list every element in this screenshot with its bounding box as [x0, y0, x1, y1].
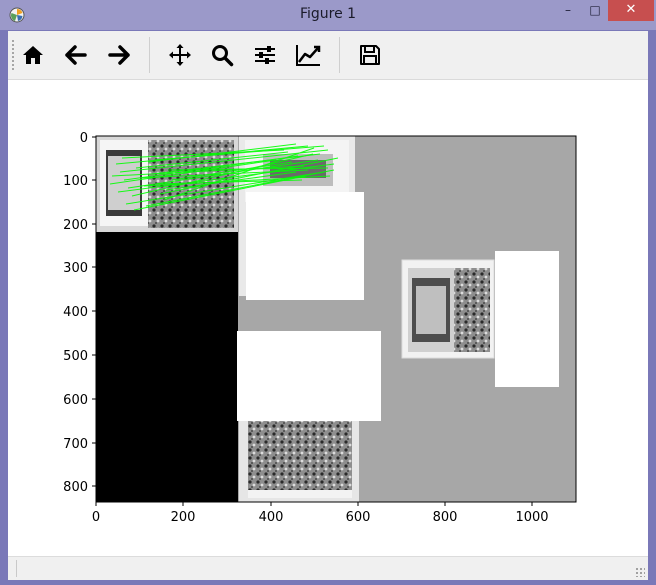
x-tick-label: 600 [346, 510, 371, 525]
maximize-button[interactable]: □ [582, 0, 608, 21]
y-tick-label: 500 [63, 349, 88, 364]
magnifier-icon [212, 45, 234, 67]
line-chart-icon [296, 45, 321, 66]
black-region [96, 230, 238, 502]
y-tick-label: 200 [63, 218, 88, 233]
white-region [246, 192, 364, 300]
sliders-icon [255, 46, 275, 64]
resize-grip[interactable] [635, 567, 645, 577]
white-region [237, 331, 381, 421]
arrow-left-icon [65, 45, 87, 65]
edit-axis-button[interactable] [292, 39, 324, 71]
y-tick-label: 600 [63, 393, 88, 408]
back-button[interactable] [60, 39, 92, 71]
y-tick-label: 700 [63, 437, 88, 452]
forward-button[interactable] [103, 39, 135, 71]
figure-canvas[interactable]: 0 200 400 600 800 1000 0 100 200 300 400… [8, 80, 648, 556]
home-button[interactable] [17, 39, 49, 71]
toolbar-separator [339, 37, 340, 73]
y-tick-label: 400 [63, 305, 88, 320]
x-tick-label: 1000 [515, 510, 548, 525]
home-icon [23, 46, 43, 64]
package-image-bottom [239, 416, 359, 502]
package-image-right [401, 259, 495, 359]
image-plot: 0 200 400 600 800 1000 0 100 200 300 400… [63, 131, 577, 525]
status-divider [16, 560, 17, 577]
save-button[interactable] [354, 39, 386, 71]
x-tick-label: 200 [171, 510, 196, 525]
zoom-button[interactable] [206, 39, 238, 71]
x-axis [95, 502, 533, 506]
configure-subplots-button[interactable] [249, 39, 281, 71]
y-tick-label: 0 [80, 131, 88, 146]
navigation-toolbar [8, 31, 648, 80]
close-button[interactable]: ✕ [608, 0, 654, 21]
toolbar-grip[interactable] [11, 39, 15, 71]
x-tick-label: 0 [92, 510, 100, 525]
y-tick-label: 100 [63, 174, 88, 189]
figure-window: Figure 1 – □ ✕ 0 200 400 600 800 1000 0 … [0, 0, 656, 585]
toolbar-separator [149, 37, 150, 73]
x-tick-label: 800 [433, 510, 458, 525]
arrow-right-icon [108, 45, 130, 65]
x-tick-label: 400 [259, 510, 284, 525]
pan-button[interactable] [164, 39, 196, 71]
floppy-disk-icon [360, 45, 380, 65]
status-bar [8, 556, 648, 580]
y-axis [92, 136, 96, 487]
minimize-button[interactable]: – [554, 0, 582, 21]
y-tick-label: 300 [63, 261, 88, 276]
move-icon [169, 44, 191, 66]
title-bar[interactable]: Figure 1 – □ ✕ [0, 0, 656, 30]
white-region [495, 251, 559, 387]
y-tick-label: 800 [63, 480, 88, 495]
